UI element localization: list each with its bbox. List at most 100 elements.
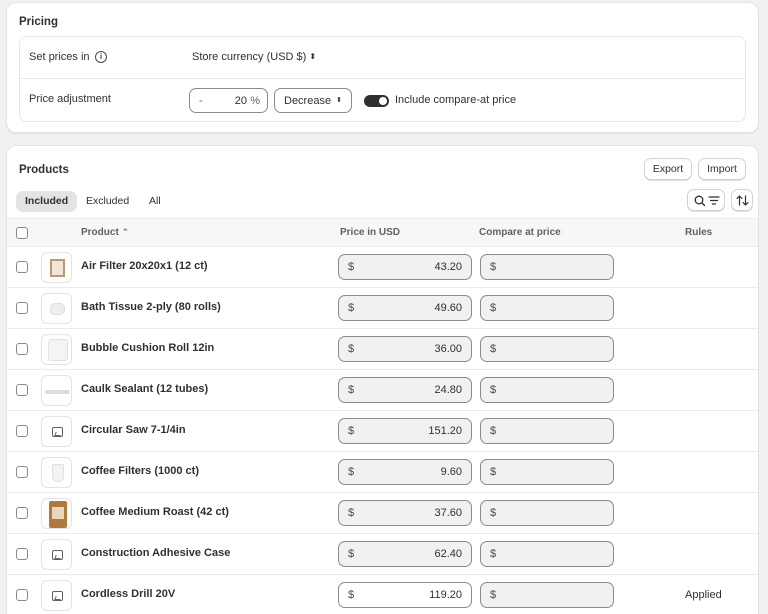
currency-symbol: $: [490, 425, 497, 437]
row-checkbox[interactable]: [16, 261, 28, 273]
currency-symbol: $: [490, 343, 497, 355]
compare-at-price-input[interactable]: $: [480, 418, 614, 444]
adjustment-input[interactable]: - 20 %: [189, 88, 268, 113]
row-checkbox[interactable]: [16, 589, 28, 601]
price-input[interactable]: $151.20: [338, 418, 472, 444]
adjustment-sign: -: [199, 95, 203, 107]
column-product[interactable]: Product ⌃: [81, 227, 129, 238]
table-row: Coffee Medium Roast (42 ct) $37.60 $: [7, 493, 758, 534]
tab-all[interactable]: All: [140, 191, 170, 212]
product-name[interactable]: Construction Adhesive Case: [81, 547, 230, 559]
table-row: Cordless Drill 20V $119.20 $ Applied: [7, 575, 758, 614]
table-row: Air Filter 20x20x1 (12 ct) $43.20 $: [7, 247, 758, 288]
product-name[interactable]: Air Filter 20x20x1 (12 ct): [81, 260, 208, 272]
table-row: Coffee Filters (1000 ct) $9.60 $: [7, 452, 758, 493]
pricing-title: Pricing: [19, 16, 58, 28]
price-value: 62.40: [434, 548, 462, 560]
currency-symbol: $: [348, 302, 355, 314]
coffee-filter-image: [52, 464, 64, 482]
sort-button[interactable]: [731, 189, 753, 211]
price-input[interactable]: $119.20: [338, 582, 472, 608]
row-checkbox[interactable]: [16, 466, 28, 478]
percent-suffix: %: [250, 95, 260, 107]
search-icon: [694, 195, 720, 207]
bubble-roll-image: [48, 339, 68, 361]
compare-at-price-input[interactable]: $: [480, 459, 614, 485]
compare-at-price-input[interactable]: $: [480, 582, 614, 608]
product-name[interactable]: Cordless Drill 20V: [81, 588, 175, 600]
product-name[interactable]: Bubble Cushion Roll 12in: [81, 342, 214, 354]
product-name[interactable]: Coffee Filters (1000 ct): [81, 465, 199, 477]
compare-at-price-input[interactable]: $: [480, 500, 614, 526]
currency-symbol: $: [490, 507, 497, 519]
select-arrows-icon: ⬍: [309, 52, 317, 62]
table-row: Bubble Cushion Roll 12in $36.00 $: [7, 329, 758, 370]
product-thumbnail: [41, 457, 72, 488]
price-input[interactable]: $24.80: [338, 377, 472, 403]
search-filter-button[interactable]: [687, 189, 725, 211]
compare-at-price-input[interactable]: $: [480, 377, 614, 403]
tab-excluded[interactable]: Excluded: [77, 191, 138, 212]
price-input[interactable]: $62.40: [338, 541, 472, 567]
product-thumbnail: [41, 252, 72, 283]
tab-included[interactable]: Included: [16, 191, 78, 212]
compare-at-price-input[interactable]: $: [480, 541, 614, 567]
product-thumbnail: [41, 416, 72, 447]
column-product-label: Product: [81, 227, 119, 238]
image-placeholder-icon: [52, 591, 63, 601]
currency-symbol: $: [490, 261, 497, 273]
compare-at-price-input[interactable]: $: [480, 295, 614, 321]
price-adjustment-row: Price adjustment - 20 % Decrease ⬍ Inclu…: [20, 79, 745, 121]
info-icon[interactable]: i: [95, 51, 107, 63]
table-row: Bath Tissue 2-ply (80 rolls) $49.60 $: [7, 288, 758, 329]
column-rules: Rules: [685, 227, 713, 238]
product-name[interactable]: Bath Tissue 2-ply (80 rolls): [81, 301, 221, 313]
set-prices-label: Set prices in: [29, 51, 90, 63]
price-input[interactable]: $36.00: [338, 336, 472, 362]
row-checkbox[interactable]: [16, 343, 28, 355]
products-card: Products Export Import Included Excluded…: [6, 145, 759, 614]
price-input[interactable]: $49.60: [338, 295, 472, 321]
compare-at-price-input[interactable]: $: [480, 336, 614, 362]
price-input[interactable]: $37.60: [338, 500, 472, 526]
import-button[interactable]: Import: [698, 158, 746, 180]
image-placeholder-icon: [52, 427, 63, 437]
price-input[interactable]: $9.60: [338, 459, 472, 485]
currency-symbol: $: [348, 589, 355, 601]
row-checkbox[interactable]: [16, 384, 28, 396]
select-all-checkbox[interactable]: [16, 227, 28, 239]
product-thumbnail: [41, 539, 72, 570]
caulk-image: [45, 390, 70, 394]
price-value: 151.20: [428, 425, 462, 437]
column-price: Price in USD: [340, 227, 401, 238]
row-checkbox[interactable]: [16, 548, 28, 560]
direction-value: Decrease: [284, 95, 332, 107]
price-input[interactable]: $43.20: [338, 254, 472, 280]
product-name[interactable]: Circular Saw 7-1/4in: [81, 424, 186, 436]
currency-symbol: $: [348, 466, 355, 478]
pricing-card: Pricing Set prices in i Store currency (…: [6, 2, 759, 133]
row-checkbox[interactable]: [16, 302, 28, 314]
include-compare-label: Include compare-at price: [395, 94, 517, 106]
price-value: 36.00: [434, 343, 462, 355]
row-checkbox[interactable]: [16, 507, 28, 519]
currency-symbol: $: [490, 589, 497, 601]
product-name[interactable]: Coffee Medium Roast (42 ct): [81, 506, 229, 518]
include-compare-toggle[interactable]: [364, 95, 389, 107]
column-compare: Compare at price: [479, 227, 561, 238]
currency-select[interactable]: Store currency (USD $) ⬍: [192, 51, 316, 63]
rule-status: Applied: [685, 589, 722, 601]
price-value: 24.80: [434, 384, 462, 396]
currency-symbol: $: [348, 425, 355, 437]
sort-icon: [736, 195, 749, 206]
direction-select[interactable]: Decrease ⬍: [274, 88, 352, 113]
row-checkbox[interactable]: [16, 425, 28, 437]
currency-symbol: $: [490, 548, 497, 560]
set-prices-row: Set prices in i Store currency (USD $) ⬍: [20, 37, 745, 79]
export-button[interactable]: Export: [644, 158, 692, 180]
price-value: 9.60: [440, 466, 462, 478]
compare-at-price-input[interactable]: $: [480, 254, 614, 280]
coffee-bag-image: [49, 501, 67, 528]
product-name[interactable]: Caulk Sealant (12 tubes): [81, 383, 208, 395]
price-value: 119.20: [429, 589, 462, 601]
